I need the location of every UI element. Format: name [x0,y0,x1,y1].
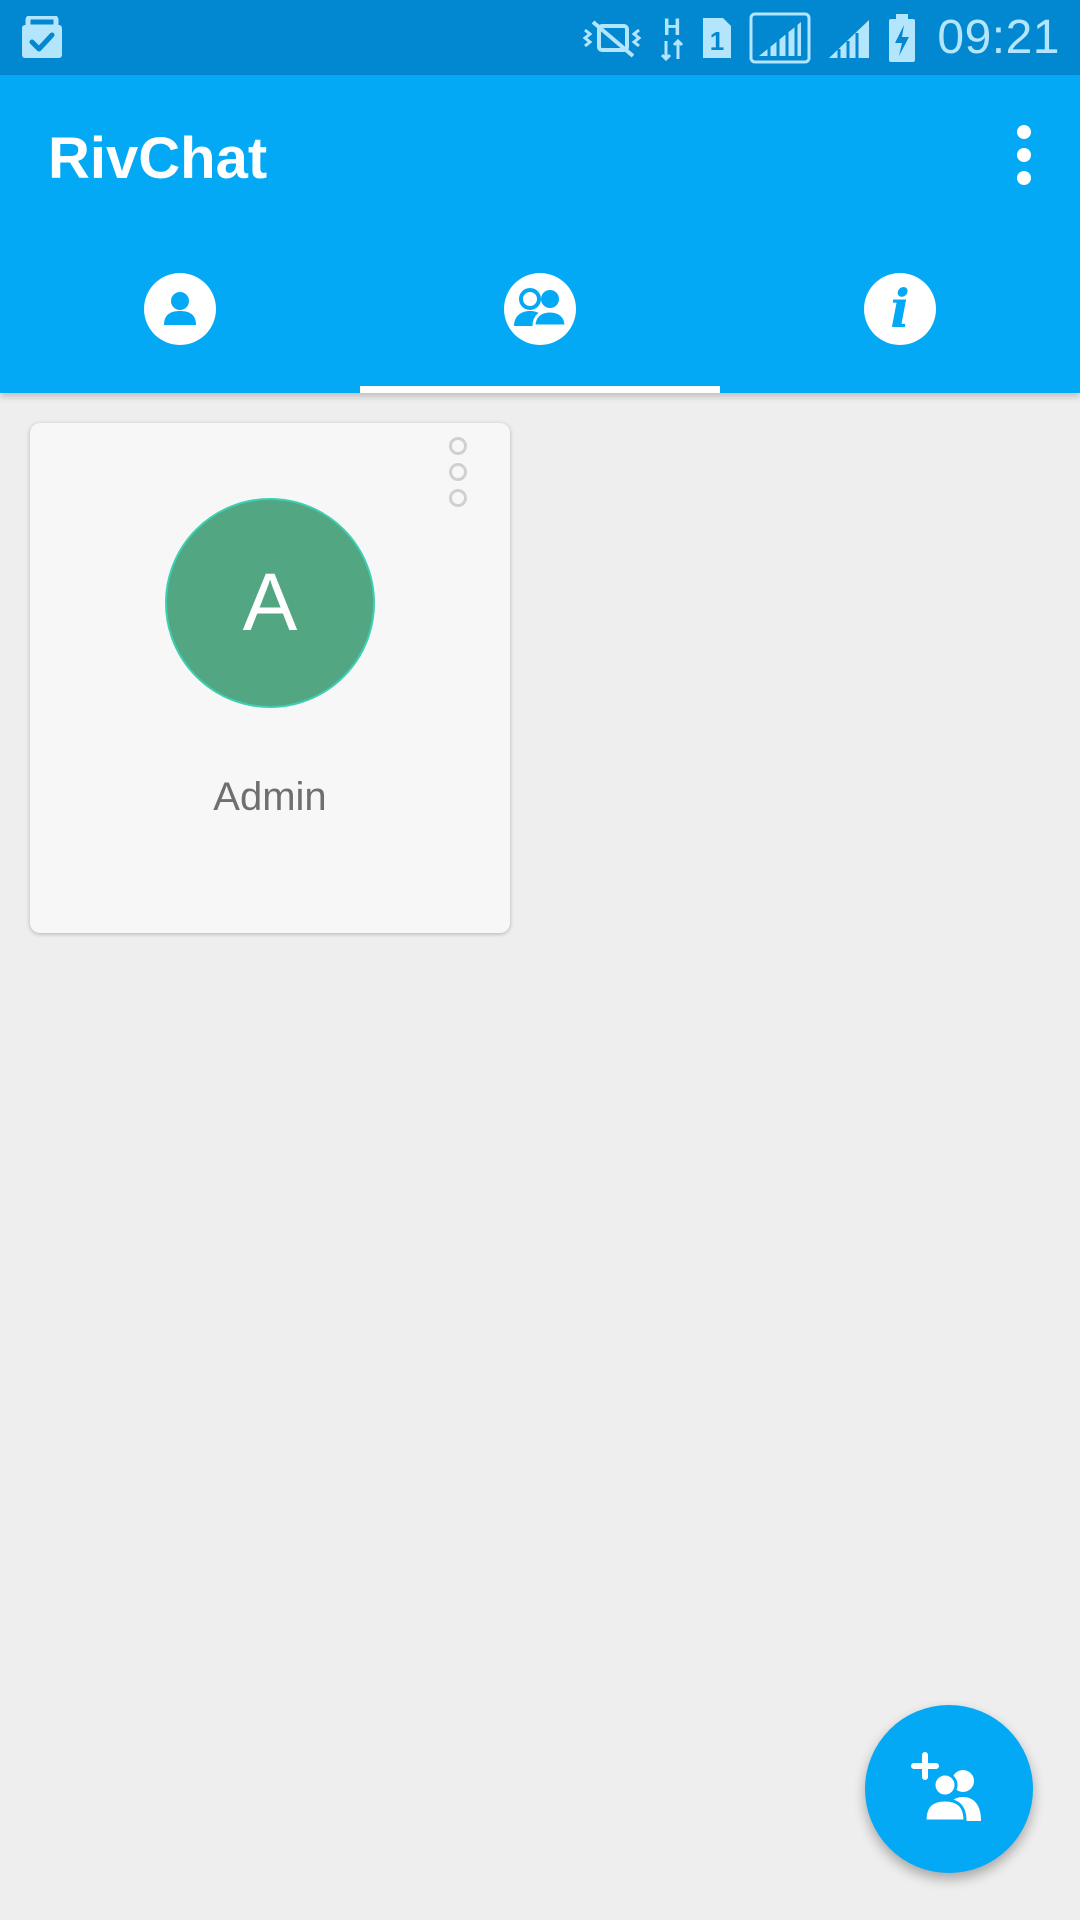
more-vert-icon[interactable] [994,120,1054,190]
tab-groups[interactable] [360,245,720,393]
avatar-letter: A [242,557,298,648]
group-name: Admin [213,775,327,819]
add-group-button[interactable] [865,1705,1033,1873]
tab-bar: i [0,245,1080,393]
app-bar: RivChat i [0,75,1080,393]
add-group-icon [911,1752,981,1823]
briefcase-check-icon [22,16,62,58]
svg-text:1: 1 [710,26,724,56]
battery-charging-icon [889,13,916,62]
person-icon [144,273,216,345]
svg-text:H: H [664,14,681,41]
sim-1-icon: 1 [703,17,732,58]
app-title: RivChat [48,126,268,191]
status-bar: H 1 09:21 [0,0,1080,75]
signal-strength-icon [749,12,811,63]
vibrate-mute-icon [582,19,642,58]
avatar: A [165,498,375,708]
tab-friends[interactable] [0,245,360,393]
status-icons: H 1 09:21 [581,0,1060,75]
group-icon [504,273,576,345]
signal-strength-2-icon [829,19,870,58]
status-time: 09:21 [937,11,1060,64]
more-vert-outline-icon[interactable] [443,437,473,507]
tab-info[interactable]: i [720,245,1080,393]
h-data-icon: H [661,14,684,61]
group-card[interactable]: A Admin [30,423,510,933]
info-icon: i [864,273,936,345]
